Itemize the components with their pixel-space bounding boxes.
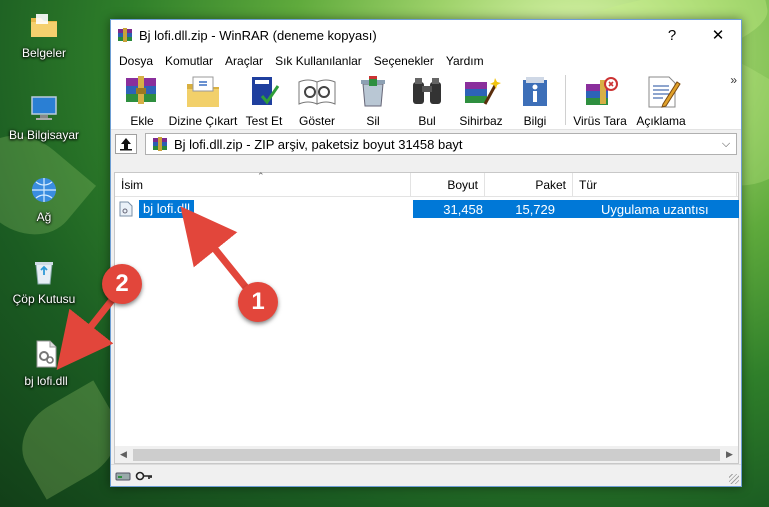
file-packed-size: 15,729 xyxy=(515,201,555,217)
menu-file[interactable]: Dosya xyxy=(113,54,159,68)
toolbar-label: Bul xyxy=(418,114,436,128)
comment-button[interactable]: Açıklama xyxy=(630,72,692,128)
file-list[interactable]: ⌃ İsim Boyut Paket Tür bj lofi.dll 31,45… xyxy=(114,171,739,464)
toolbar-separator xyxy=(565,75,566,125)
file-type: Uygulama uzantısı xyxy=(601,201,709,217)
help-button[interactable]: ? xyxy=(649,20,695,50)
file-details: 31,458 15,729 Uygulama uzantısı xyxy=(413,200,739,218)
toolbar-label: Göster xyxy=(298,114,335,128)
recycle-bin-icon xyxy=(35,262,53,285)
view-icon xyxy=(298,79,336,105)
menu-tools[interactable]: Araçlar xyxy=(219,54,269,68)
toolbar-label: Virüs Tara xyxy=(573,114,627,128)
close-button[interactable]: ✕ xyxy=(695,20,741,50)
test-button[interactable]: Test Et xyxy=(239,72,289,128)
sort-caret-icon: ⌃ xyxy=(257,171,265,181)
extract-to-button[interactable]: Dizine Çıkart xyxy=(167,72,239,128)
virus-scan-button[interactable]: Virüs Tara xyxy=(570,72,630,128)
menu-help[interactable]: Yardım xyxy=(440,54,490,68)
desktop-icon-recycle-bin[interactable]: Çöp Kutusu xyxy=(4,256,84,306)
add-button[interactable]: Ekle xyxy=(117,72,167,128)
scroll-left-icon[interactable]: ◀ xyxy=(115,449,132,460)
file-name-cell: bj lofi.dll xyxy=(119,200,413,218)
wizard-button[interactable]: Sihirbaz xyxy=(453,72,509,128)
info-button[interactable]: Bilgi xyxy=(509,72,561,128)
find-button[interactable]: Bul xyxy=(401,72,453,128)
status-bar xyxy=(111,464,741,486)
toolbar-label: Dizine Çıkart xyxy=(168,114,238,128)
annotation-badge-1: 1 xyxy=(238,282,278,322)
desktop-icon-label: bj lofi.dll xyxy=(24,374,68,388)
toolbar-label: Açıklama xyxy=(636,114,686,128)
desktop-icon-dll-file[interactable]: bj lofi.dll xyxy=(6,338,86,388)
desktop-icon-label: Belgeler xyxy=(21,46,67,60)
address-bar: Bj lofi.dll.zip - ZIP arşiv, paketsiz bo… xyxy=(111,130,741,158)
toolbar-label: Bilgi xyxy=(523,114,547,128)
title-bar[interactable]: Bj lofi.dll.zip - WinRAR (deneme kopyası… xyxy=(111,20,741,50)
desktop-icon-network[interactable]: Ağ xyxy=(4,174,84,224)
desktop-icon-label: Ağ xyxy=(36,210,52,224)
desktop-icon-this-pc[interactable]: Bu Bilgisayar xyxy=(4,92,84,142)
folder-icon xyxy=(31,14,57,37)
add-archive-icon xyxy=(126,76,156,104)
toolbar-label: Test Et xyxy=(245,114,283,128)
desktop-icon-label: Çöp Kutusu xyxy=(12,292,76,306)
column-size[interactable]: Boyut xyxy=(411,173,485,197)
file-size: 31,458 xyxy=(443,201,483,217)
dll-file-icon xyxy=(119,201,133,217)
annotation-badge-2: 2 xyxy=(102,264,142,304)
view-button[interactable]: Göster xyxy=(289,72,345,128)
dll-file-icon xyxy=(36,340,57,368)
window-title: Bj lofi.dll.zip - WinRAR (deneme kopyası… xyxy=(139,27,377,43)
scrollbar-thumb[interactable] xyxy=(133,448,720,461)
desktop-icon-documents[interactable]: Belgeler xyxy=(4,10,84,60)
wizard-icon xyxy=(465,78,501,105)
winrar-archive-icon xyxy=(153,137,167,151)
extract-icon xyxy=(187,76,219,107)
info-icon xyxy=(523,77,547,106)
test-icon xyxy=(252,77,280,105)
up-folder-button[interactable] xyxy=(115,134,137,154)
winrar-window: Bj lofi.dll.zip - WinRAR (deneme kopyası… xyxy=(110,19,742,487)
column-type[interactable]: Tür xyxy=(573,173,737,197)
scroll-right-icon[interactable]: ▶ xyxy=(721,449,738,460)
menu-favorites[interactable]: Sık Kullanılanlar xyxy=(269,54,368,68)
delete-icon xyxy=(361,76,385,107)
arrow-up-icon xyxy=(120,138,132,151)
chevron-down-icon[interactable]: ⌵ xyxy=(716,138,736,151)
archive-path-text: Bj lofi.dll.zip - ZIP arşiv, paketsiz bo… xyxy=(174,136,463,152)
toolbar-label: Sil xyxy=(366,114,380,128)
toolbar-overflow-button[interactable]: » xyxy=(730,73,737,87)
menu-bar: Dosya Komutlar Araçlar Sık Kullanılanlar… xyxy=(111,50,741,72)
delete-button[interactable]: Sil xyxy=(345,72,401,128)
horizontal-scrollbar[interactable]: ◀ ▶ xyxy=(115,446,738,463)
menu-options[interactable]: Seçenekler xyxy=(368,54,440,68)
toolbar-label: Sihirbaz xyxy=(459,114,503,128)
computer-icon xyxy=(31,96,57,120)
resize-grip[interactable] xyxy=(729,474,739,484)
find-icon xyxy=(413,78,441,104)
column-packed[interactable]: Paket xyxy=(485,173,573,197)
virus-scan-icon xyxy=(586,77,618,105)
comment-icon xyxy=(648,76,681,108)
winrar-icon xyxy=(118,28,132,42)
key-icon xyxy=(135,471,152,480)
network-icon xyxy=(32,178,56,202)
toolbar-label: Ekle xyxy=(130,114,154,128)
column-header-row: ⌃ İsim Boyut Paket Tür xyxy=(115,171,738,197)
file-name: bj lofi.dll xyxy=(139,200,194,218)
drive-icon xyxy=(115,472,131,480)
archive-path-combo[interactable]: Bj lofi.dll.zip - ZIP arşiv, paketsiz bo… xyxy=(145,133,737,155)
desktop-icon-label: Bu Bilgisayar xyxy=(8,128,80,142)
file-row[interactable]: bj lofi.dll 31,458 15,729 Uygulama uzant… xyxy=(119,200,739,218)
menu-commands[interactable]: Komutlar xyxy=(159,54,219,68)
toolbar: Ekle Dizine Çıkart Test Et Göster Sil Bu… xyxy=(111,72,741,130)
